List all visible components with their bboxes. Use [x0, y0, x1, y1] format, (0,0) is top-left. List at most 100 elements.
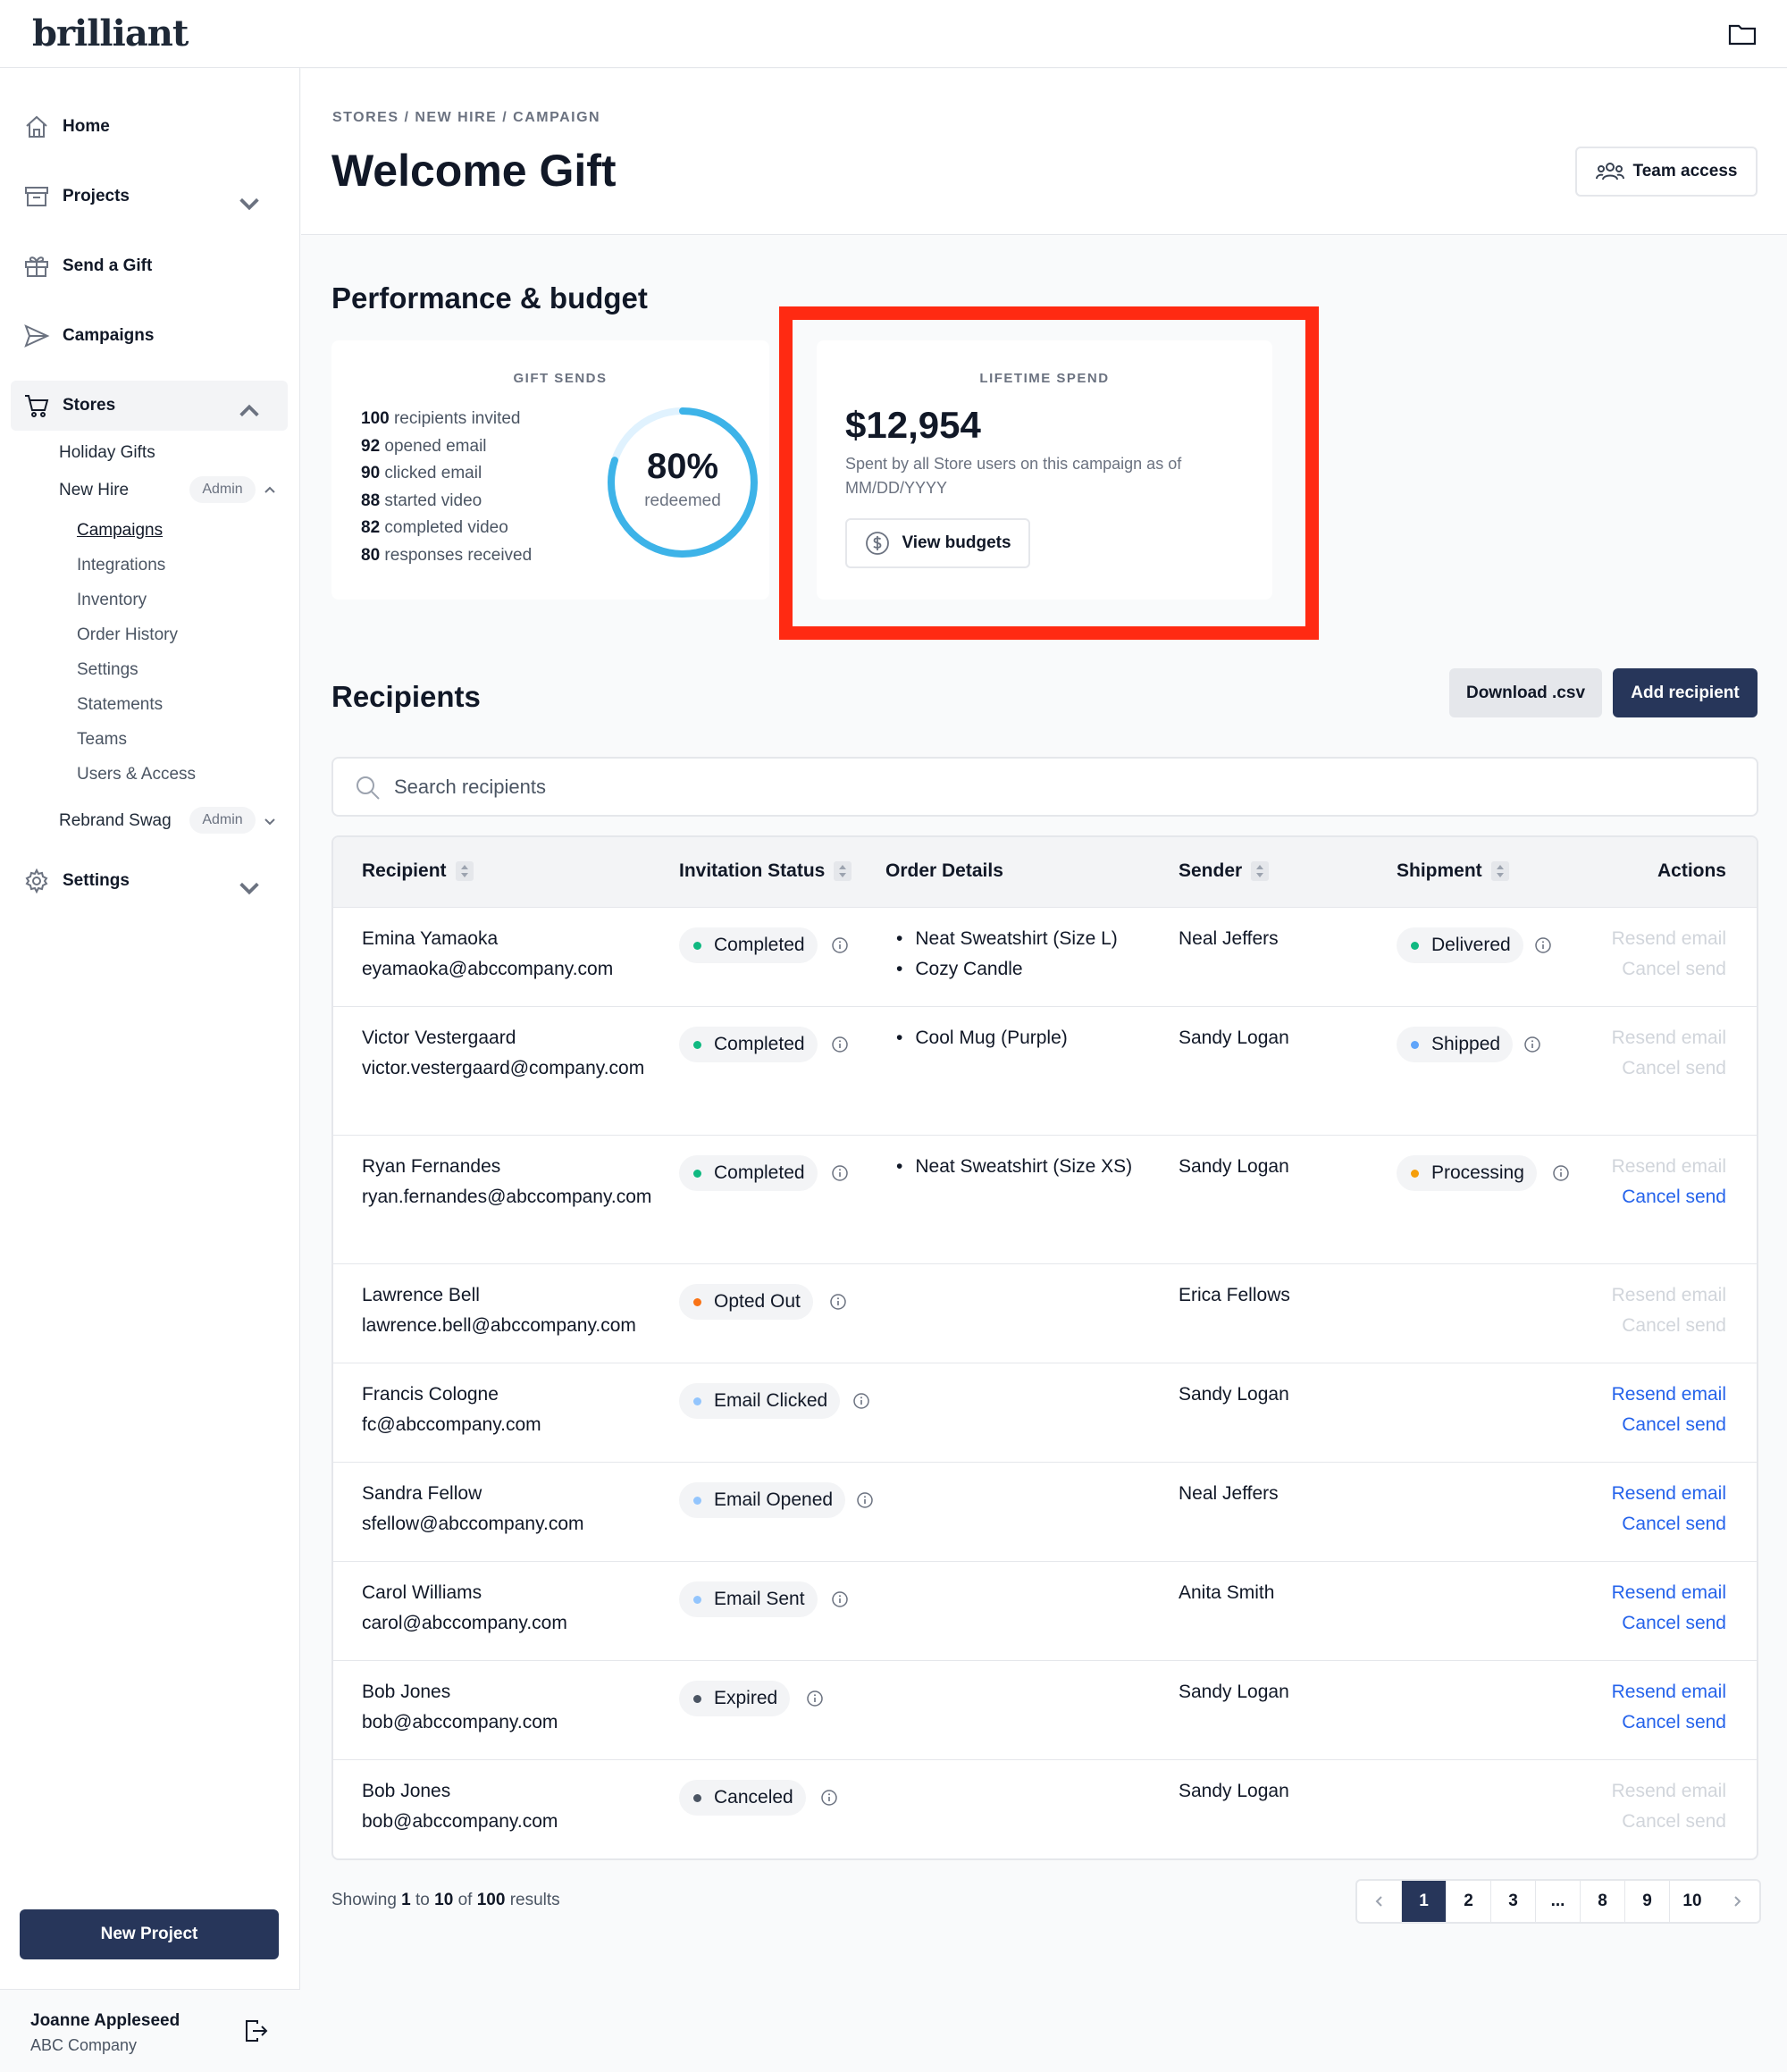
recipient-email: ryan.fernandes@abccompany.com: [362, 1187, 652, 1207]
sort-icon[interactable]: [455, 861, 474, 881]
showing-to-word: to: [415, 1891, 430, 1909]
resend-email-link[interactable]: Resend email: [1612, 1677, 1726, 1707]
info-icon[interactable]: [1534, 936, 1552, 954]
sidebar-item-campaigns[interactable]: Campaigns: [11, 311, 288, 361]
info-icon[interactable]: [1552, 1164, 1570, 1182]
info-icon[interactable]: [829, 1293, 847, 1311]
user-profile: Joanne Appleseed ABC Company: [0, 1989, 300, 2072]
sort-icon[interactable]: [1490, 861, 1509, 881]
page-button[interactable]: 9: [1625, 1881, 1670, 1922]
sidebar-subitem-inventory[interactable]: Inventory: [77, 591, 147, 610]
sidebar-item-stores[interactable]: Stores: [11, 381, 288, 431]
sidebar-subitem-order-history[interactable]: Order History: [77, 625, 178, 645]
sidebar-item-send-gift[interactable]: Send a Gift: [11, 241, 288, 291]
resend-email-link[interactable]: Resend email: [1612, 1479, 1726, 1509]
logout-icon[interactable]: [243, 2018, 268, 2043]
recipient-email: fc@abccompany.com: [362, 1414, 541, 1435]
recipient-cell: Victor Vestergaard victor.vestergaard@com…: [362, 1023, 666, 1084]
info-icon[interactable]: [820, 1789, 838, 1807]
sidebar-item-projects[interactable]: Projects: [11, 172, 288, 222]
redeemed-percent: 80%: [646, 447, 719, 486]
page-button[interactable]: 2: [1447, 1881, 1491, 1922]
sort-icon[interactable]: [834, 861, 852, 881]
new-project-button[interactable]: New Project: [20, 1909, 279, 1959]
showing-total: 100: [476, 1891, 506, 1909]
column-sender[interactable]: Sender: [1179, 860, 1270, 882]
info-icon[interactable]: [831, 1036, 849, 1053]
page-button[interactable]: 1: [1402, 1881, 1447, 1922]
user-name: Joanne Appleseed: [30, 2011, 180, 2030]
download-csv-button[interactable]: Download .csv: [1449, 668, 1602, 717]
column-shipment[interactable]: Shipment: [1397, 860, 1509, 882]
column-recipient[interactable]: Recipient: [362, 860, 474, 882]
sidebar-item-home[interactable]: Home: [11, 102, 288, 152]
invitation-status-badge: Completed: [679, 1155, 818, 1191]
info-icon[interactable]: [852, 1392, 870, 1410]
sidebar-item-settings[interactable]: Settings: [11, 856, 288, 906]
info-icon[interactable]: [1523, 1036, 1541, 1053]
cancel-send-link[interactable]: Cancel send: [1612, 1608, 1726, 1639]
brand-logo[interactable]: brilliant: [32, 13, 189, 55]
recipient-cell: Bob Jones bob@abccompany.com: [362, 1677, 666, 1738]
breadcrumb[interactable]: STORES / NEW HIRE / CAMPAIGN: [332, 110, 600, 126]
recipient-email: victor.vestergaard@company.com: [362, 1058, 645, 1078]
redeemed-label: redeemed: [644, 491, 721, 510]
column-actions: Actions: [1657, 860, 1726, 882]
sidebar-subitem-integrations[interactable]: Integrations: [77, 556, 165, 575]
team-access-button[interactable]: Team access: [1575, 147, 1758, 197]
add-recipient-button[interactable]: Add recipient: [1613, 668, 1758, 717]
sidebar-subitem-settings[interactable]: Settings: [77, 660, 138, 680]
chevron-up-icon: [239, 404, 259, 417]
sender-name: Anita Smith: [1179, 1582, 1275, 1603]
highlight-box: [779, 306, 1319, 640]
cancel-send-link[interactable]: Cancel send: [1612, 1182, 1726, 1212]
sidebar-store-rebrand-swag[interactable]: Rebrand Swag: [59, 811, 172, 831]
row-actions: Resend email Cancel send: [1612, 1776, 1726, 1837]
sidebar-subitem-users-access[interactable]: Users & Access: [77, 765, 196, 784]
page-button[interactable]: 3: [1491, 1881, 1536, 1922]
folder-icon[interactable]: [1728, 21, 1757, 46]
resend-email-link[interactable]: Resend email: [1612, 1578, 1726, 1608]
chevron-down-icon[interactable]: [263, 814, 277, 828]
cancel-send-link[interactable]: Cancel send: [1612, 1509, 1726, 1539]
stat-line: 88 started video: [361, 491, 482, 511]
next-page-button[interactable]: [1715, 1881, 1759, 1922]
archive-icon: [25, 187, 48, 206]
chevron-right-icon: [1734, 1896, 1741, 1907]
invitation-status-badge: Email Clicked: [679, 1383, 841, 1419]
sidebar-store-holiday-gifts[interactable]: Holiday Gifts: [59, 443, 155, 463]
recipient-email: lawrence.bell@abccompany.com: [362, 1315, 636, 1336]
page-button[interactable]: 8: [1581, 1881, 1625, 1922]
cancel-send-link: Cancel send: [1622, 959, 1726, 979]
column-label: Order Details: [885, 860, 1003, 881]
admin-badge: Admin: [189, 476, 256, 503]
recipient-name: Sandra Fellow: [362, 1483, 482, 1504]
sort-icon[interactable]: [1251, 861, 1270, 881]
info-icon[interactable]: [831, 936, 849, 954]
resend-email-link[interactable]: Resend email: [1612, 1380, 1726, 1410]
info-icon[interactable]: [806, 1690, 824, 1707]
users-icon: [1595, 163, 1624, 180]
row-actions: Resend email Cancel send: [1612, 1023, 1726, 1084]
search-input[interactable]: [394, 769, 1734, 805]
sidebar-item-label: Home: [63, 117, 110, 136]
info-icon[interactable]: [831, 1164, 849, 1182]
info-icon[interactable]: [856, 1491, 874, 1509]
gear-icon: [25, 868, 48, 894]
stat-text: completed video: [384, 518, 508, 538]
search-bar: [331, 757, 1758, 817]
cancel-send-link[interactable]: Cancel send: [1612, 1410, 1726, 1440]
cancel-send-link[interactable]: Cancel send: [1612, 1707, 1726, 1738]
prev-page-button[interactable]: [1357, 1881, 1402, 1922]
sidebar-subitem-teams[interactable]: Teams: [77, 730, 127, 750]
page-button[interactable]: 10: [1670, 1881, 1715, 1922]
info-icon[interactable]: [831, 1590, 849, 1608]
sidebar-subitem-campaigns[interactable]: Campaigns: [77, 521, 163, 541]
stat-text: opened email: [384, 436, 487, 456]
column-invitation-status[interactable]: Invitation Status: [679, 860, 852, 882]
chevron-up-icon[interactable]: [263, 483, 277, 498]
sidebar-store-new-hire[interactable]: New Hire: [59, 481, 129, 500]
stat-number: 82: [361, 518, 381, 538]
sidebar-subitem-statements[interactable]: Statements: [77, 695, 163, 715]
status-dot: [1411, 941, 1419, 950]
